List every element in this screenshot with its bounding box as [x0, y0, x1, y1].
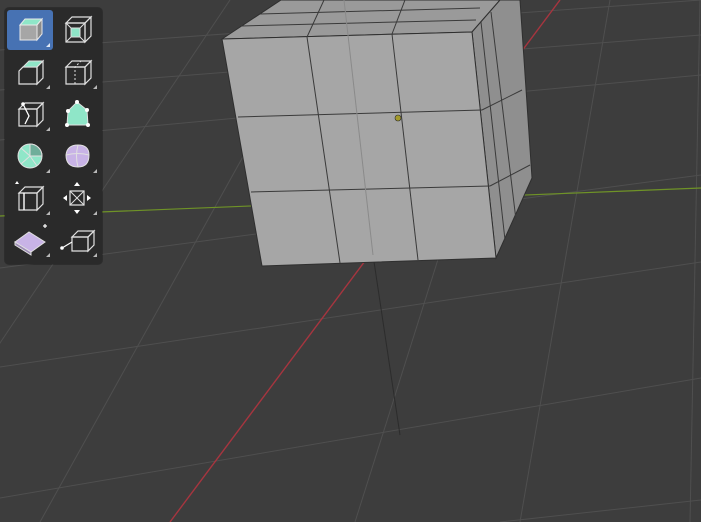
3d-viewport[interactable]	[0, 0, 701, 522]
cube-front-face	[221, 31, 497, 267]
tool-variants-indicator	[93, 211, 97, 215]
tool-variants-indicator	[46, 127, 50, 131]
tool-variants-indicator	[93, 253, 97, 257]
inset-faces-icon	[64, 15, 93, 44]
rip-region-tool-button[interactable]	[54, 220, 100, 260]
inset-faces-tool-button[interactable]	[54, 10, 100, 50]
edge-slide-tool-button[interactable]	[7, 178, 53, 218]
z-axis-line	[372, 254, 401, 436]
loop-cut-tool-button[interactable]	[54, 52, 100, 92]
knife-tool-button[interactable]	[7, 94, 53, 134]
shrink-fatten-tool-button[interactable]	[54, 178, 100, 218]
extrude-region-tool-button[interactable]	[7, 10, 53, 50]
poly-build-tool-button[interactable]	[54, 94, 100, 134]
tool-variants-indicator	[46, 253, 50, 257]
shear-tool-button[interactable]	[7, 220, 53, 260]
bevel-tool-button[interactable]	[7, 52, 53, 92]
tool-variants-indicator	[46, 169, 50, 173]
tool-variants-indicator	[46, 85, 50, 89]
tool-variants-indicator	[46, 211, 50, 215]
object-origin-dot[interactable]	[394, 114, 402, 122]
spin-tool-button[interactable]	[7, 136, 53, 176]
tool-shelf	[5, 8, 102, 264]
tool-variants-indicator	[93, 85, 97, 89]
poly-build-icon	[65, 100, 90, 127]
tool-variants-indicator	[93, 169, 97, 173]
tool-variants-indicator	[46, 43, 50, 47]
smooth-tool-button[interactable]	[54, 136, 100, 176]
cube-mesh[interactable]	[220, 0, 533, 267]
